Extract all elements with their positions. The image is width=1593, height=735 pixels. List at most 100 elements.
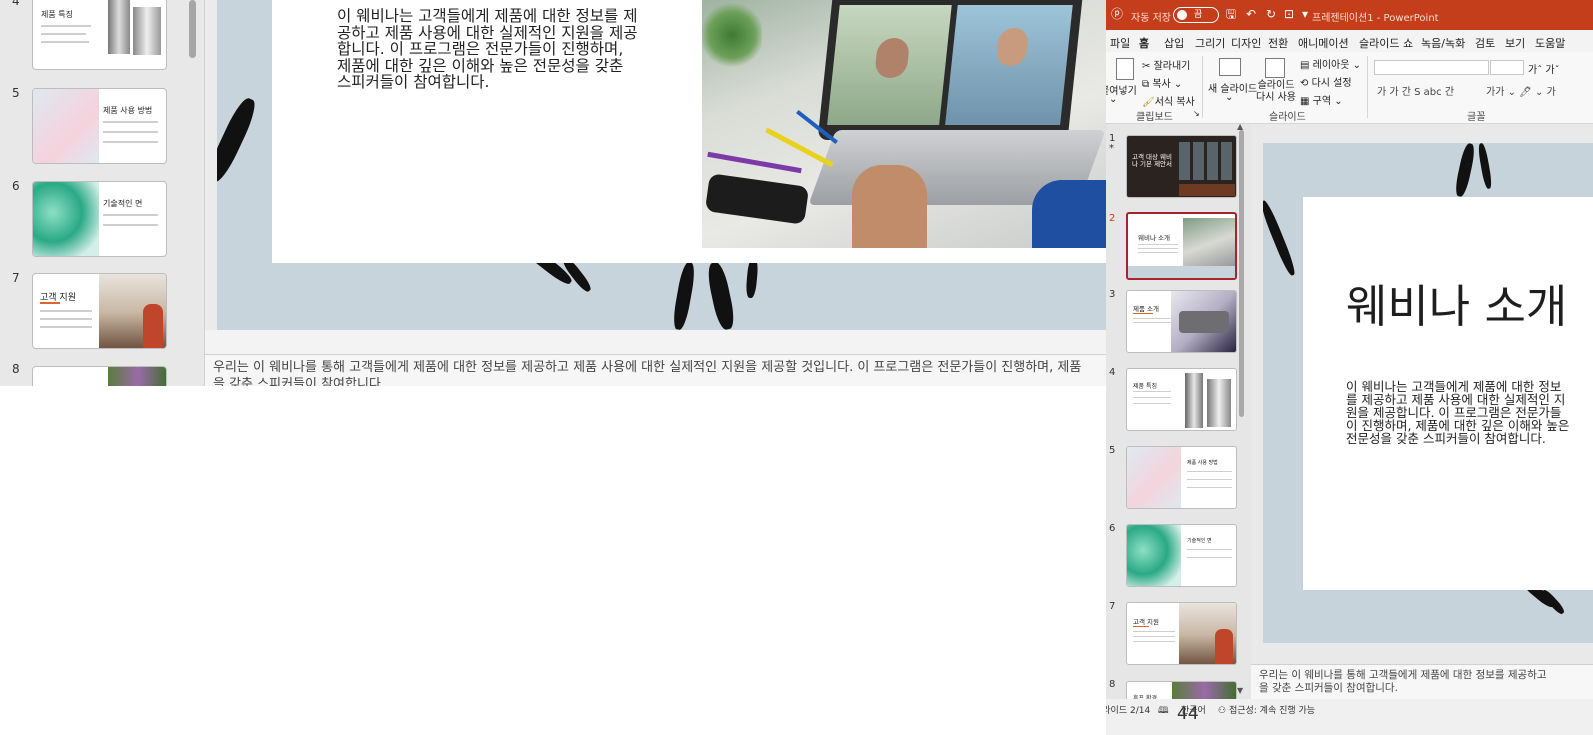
thumb-number: 3	[1109, 289, 1116, 300]
slideshow-icon[interactable]: ⊡	[1282, 7, 1296, 21]
copy-label: 복사	[1152, 79, 1171, 90]
font-style-buttons[interactable]: 가 가 간 S abc 간	[1377, 83, 1454, 98]
bg-thumb-number: 7	[12, 271, 20, 285]
background-thumbnail-scrollbar[interactable]	[189, 0, 196, 58]
body-line: 전문성을 갖춘 스피커들이 참여합니다.	[1346, 431, 1546, 446]
appliance-image	[108, 0, 130, 54]
slide-thumbnail-7[interactable]: 고객 지원	[1126, 602, 1237, 665]
tab-draw[interactable]: 그리기	[1195, 35, 1225, 51]
save-icon[interactable]: 🖫	[1224, 7, 1238, 21]
slide-title[interactable]: 웨비나 소개	[1346, 270, 1567, 335]
bg-slide-thumbnail-7[interactable]: 고객 지원	[32, 273, 167, 349]
layout-label: 레이아웃	[1312, 60, 1350, 71]
slide-thumbnail-5[interactable]: 제품 사용 방법	[1126, 446, 1237, 509]
bg-slide-thumbnail-5[interactable]: 제품 사용 방법	[32, 88, 167, 164]
autosave-state: 끔	[1194, 10, 1203, 20]
slide-thumbnail-8[interactable]: 후프 환경	[1126, 681, 1237, 701]
paste-icon[interactable]	[1116, 58, 1134, 80]
accessibility-status[interactable]: ⚇ 접근성: 계속 진행 가능	[1218, 703, 1315, 716]
copy-button[interactable]: ⧉ 복사 ⌄	[1142, 75, 1182, 90]
paste-dropdown-icon[interactable]: ⌄	[1109, 94, 1117, 105]
undo-icon[interactable]: ↶	[1244, 7, 1258, 21]
tab-design[interactable]: 디자인	[1231, 35, 1261, 51]
agent-figure	[143, 304, 163, 348]
font-family-dropdown[interactable]	[1374, 60, 1489, 75]
scroll-down-icon[interactable]: ▼	[1237, 686, 1243, 695]
slide-thumbnail-2[interactable]: 웨비나 소개	[1126, 212, 1237, 280]
bg-slide-thumbnail-6[interactable]: 기술적인 면	[32, 181, 167, 257]
reset-button[interactable]: ⟲ 다시 설정	[1300, 74, 1352, 89]
tab-view[interactable]: 보기	[1505, 35, 1525, 51]
tab-review[interactable]: 검토	[1475, 35, 1495, 51]
powerpoint-logo-icon: ⓟ	[1110, 7, 1123, 21]
sleeve	[1032, 180, 1106, 248]
accessibility-label: 접근성: 계속 진행 가능	[1228, 706, 1316, 716]
new-slide-dropdown-icon[interactable]: ⌄	[1225, 92, 1233, 103]
video-call-image	[1183, 218, 1235, 270]
slide-body-text[interactable]: 이 웨비나는 고객들에게 제품에 대한 정보 를 제공하고 제품 사용에 대한 …	[1346, 380, 1593, 445]
autosave-label: 자동 저장	[1131, 13, 1171, 24]
slide-thumbnail-6[interactable]: 기술적인 면	[1126, 524, 1237, 587]
desk-image	[1179, 184, 1235, 196]
thumb-title: 고객 지원	[1133, 618, 1159, 626]
bg-thumb-number: 5	[12, 86, 20, 100]
cut-button[interactable]: ✂ 잘라내기	[1142, 57, 1190, 72]
spelling-icon[interactable]: 🕮	[1158, 703, 1169, 719]
product-image	[33, 89, 99, 163]
section-icon: ▦	[1300, 96, 1313, 107]
product-image	[1127, 447, 1181, 508]
hand	[852, 165, 927, 248]
tab-record[interactable]: 녹음/녹화	[1421, 35, 1465, 51]
font-size-dropdown[interactable]	[1490, 60, 1524, 75]
customize-qat-icon[interactable]: ▾	[1298, 7, 1312, 21]
font-size-grow-icon[interactable]: 가ˆ 가ˇ	[1528, 61, 1560, 76]
thumb-title: 웨비나 소개	[1138, 234, 1170, 242]
redo-icon[interactable]: ↻	[1264, 7, 1278, 21]
thumbnail-scrollbar[interactable]	[1239, 130, 1244, 417]
reuse-slide-button[interactable]: 슬라이드 다시 사용	[1256, 80, 1296, 104]
clipboard-launcher-icon[interactable]: ↘	[1193, 109, 1200, 118]
format-painter-button[interactable]: 🖌서식 복사	[1142, 93, 1195, 108]
copy-icon: ⧉	[1142, 79, 1153, 90]
section-button[interactable]: ▦ 구역 ⌄	[1300, 92, 1343, 107]
purple-marker	[707, 151, 802, 174]
video-grid-image	[1179, 142, 1235, 180]
document-title: 프레젠테이션1 - PowerPoint	[1312, 13, 1439, 24]
reuse-slide-icon[interactable]	[1265, 58, 1285, 78]
slide-thumbnail-4[interactable]: 제품 특징	[1126, 368, 1237, 431]
tab-animations[interactable]: 애니메이션	[1298, 35, 1349, 51]
reset-icon: ⟲	[1300, 78, 1312, 89]
thumb-number: 7	[1109, 601, 1116, 612]
scissors-icon: ✂	[1142, 61, 1154, 72]
slide-count[interactable]: 슬라이드 2/14	[1106, 703, 1150, 716]
slide-thumbnail-pane: ▲ ▼ 1 * 고객 대상 웨비나 기본 제안서 2 웨비나 소개 3 제품 소…	[1106, 122, 1251, 701]
background-thumbnail-pane: 4 제품 특징 5 제품 사용 방법 6 기술적인 면 7 고객 지원 8	[0, 0, 205, 386]
new-slide-icon[interactable]	[1219, 58, 1241, 76]
thumb-title: 기술적인 면	[103, 199, 143, 208]
format-painter-label: 서식 복사	[1154, 97, 1195, 108]
notes-line: 우리는 이 웨비나를 통해 고객들에게 제품에 대한 정보를 제공하고	[1259, 669, 1547, 681]
notes-pane[interactable]: 우리는 이 웨비나를 통해 고객들에게 제품에 대한 정보를 제공하고 을 갖춘…	[1251, 664, 1593, 699]
slide-thumbnail-3[interactable]: 제품 소개	[1126, 290, 1237, 353]
thumb-number: 4	[1109, 367, 1116, 378]
bg-slide-thumbnail-8[interactable]	[32, 366, 167, 386]
thumb-title: 제품 소개	[1133, 305, 1159, 313]
tab-help[interactable]: 도움말	[1535, 35, 1565, 51]
thumb-title: 기술적인 면	[1187, 538, 1212, 544]
slides-group-label: 슬라이드	[1269, 112, 1306, 123]
slide-thumbnail-1[interactable]: 고객 대상 웨비나 기본 제안서	[1126, 135, 1237, 198]
background-notes-pane[interactable]: 우리는 이 웨비나를 통해 고객들에게 제품에 대한 정보를 제공하고 제품 사…	[205, 354, 1106, 386]
background-slide[interactable]: 이 웨비나는 고객들에게 제품에 대한 정보를 제공하고 제품 사용에 대한 실…	[217, 0, 1106, 330]
tab-slideshow[interactable]: 슬라이드 쇼	[1359, 35, 1413, 51]
autosave-toggle[interactable]: 끔	[1173, 7, 1219, 23]
layout-button[interactable]: ▤ 레이아웃 ⌄	[1300, 56, 1361, 71]
font-more-icons[interactable]: 가가 ⌄ 🖊 ⌄ 가	[1486, 83, 1556, 98]
clipboard-group-label: 클립보드	[1136, 112, 1173, 123]
bg-slide-thumbnail-4[interactable]: 제품 특징	[32, 0, 167, 70]
tab-insert[interactable]: 삽입	[1164, 35, 1184, 51]
background-powerpoint-window: 4 제품 특징 5 제품 사용 방법 6 기술적인 면 7 고객 지원 8 이 …	[0, 0, 1106, 386]
background-slide-body: 이 웨비나는 고객들에게 제품에 대한 정보를 제공하고 제품 사용에 대한 실…	[337, 7, 638, 91]
section-label: 구역	[1312, 96, 1332, 107]
tab-transitions[interactable]: 전환	[1268, 35, 1288, 51]
tab-file[interactable]: 파일	[1110, 35, 1130, 51]
